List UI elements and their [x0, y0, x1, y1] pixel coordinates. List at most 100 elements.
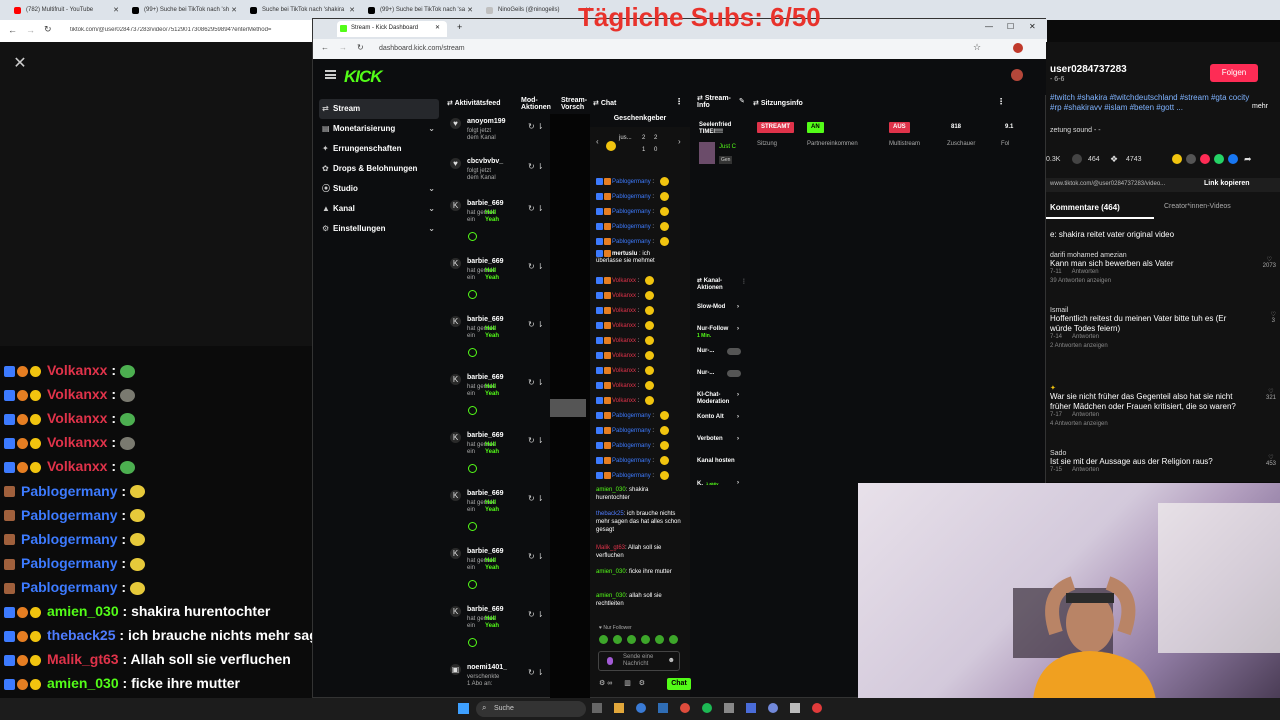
chat-line[interactable]: Pablogermany : [596, 175, 670, 189]
reply-button[interactable]: Antworten [1072, 269, 1099, 275]
steam-icon[interactable] [790, 703, 800, 713]
reply-button[interactable]: Antworten [1072, 334, 1099, 340]
menu-icon[interactable] [325, 70, 336, 79]
more-link[interactable]: mehr [1252, 103, 1268, 110]
chat-line[interactable]: Volkanxx : [596, 379, 655, 393]
chat-menu-icon[interactable]: ⋮ [675, 97, 683, 106]
star-icon[interactable]: ☆ [973, 42, 981, 53]
mod-action-icon[interactable]: ↻ ⇂ [528, 668, 544, 677]
taskbar-search[interactable]: ⌕ Suche [476, 701, 586, 717]
show-replies-button[interactable]: 2 Antworten anzeigen [1050, 343, 1250, 349]
feed-item[interactable]: Kbarbie_669 hat gerade ein Hell Yeah [445, 548, 520, 598]
forward-icon[interactable]: → [339, 43, 347, 52]
share-arrow-icon[interactable]: ➦ [1244, 154, 1252, 165]
comment-author[interactable]: Sado [1050, 450, 1250, 457]
bookmark-icon[interactable]: ❖ [1110, 154, 1118, 165]
tiktok-username[interactable]: user0284737283 [1050, 64, 1127, 75]
channel-action-item[interactable]: Slow-Mod › [697, 304, 743, 311]
chat-line[interactable]: Volkanxx : [596, 319, 655, 333]
close-icon[interactable]: ✕ [10, 54, 30, 74]
preview-thumbnail[interactable] [550, 399, 586, 417]
sound-name[interactable]: zetung sound - - [1050, 127, 1101, 134]
copy-link-button[interactable]: Link kopieren [1204, 180, 1250, 187]
mod-action-icon[interactable]: ↻ ⇂ [528, 204, 544, 213]
channel-actions-menu-icon[interactable]: ⋮ [741, 278, 747, 285]
mod-action-icon[interactable]: ↻ ⇂ [528, 378, 544, 387]
edge-icon[interactable] [636, 703, 646, 713]
sidebar-item[interactable]: ⇄ Stream [319, 99, 439, 119]
chat-line[interactable]: Pablogermany : [596, 439, 670, 453]
follow-button[interactable]: Folgen [1210, 64, 1258, 82]
emoji-icon[interactable]: ☻ [668, 657, 675, 664]
feed-item[interactable]: Kbarbie_669 hat gerade ein Hell Yeah [445, 490, 520, 540]
comment-likes[interactable]: ♡ 321 [1266, 388, 1276, 401]
emote-icon[interactable] [599, 635, 608, 644]
new-tab-icon[interactable]: + [457, 22, 462, 32]
mod-action-icon[interactable]: ↻ ⇂ [528, 122, 544, 131]
mod-action-icon[interactable]: ↻ ⇂ [528, 320, 544, 329]
obs-icon[interactable] [812, 703, 822, 713]
channel-action-item[interactable]: Konto Alt › [697, 414, 743, 421]
emote-icon[interactable] [627, 635, 636, 644]
kick-url[interactable]: dashboard.kick.com/stream [379, 45, 465, 52]
comment-likes[interactable]: ♡ 2073 [1263, 256, 1276, 269]
comment-likes[interactable]: ♡ 3 [1271, 311, 1276, 324]
background-tab[interactable]: Suche bei TikTok nach 'shakira ✕ [244, 3, 359, 18]
toggle-switch[interactable] [727, 348, 741, 355]
mod-action-icon[interactable]: ↻ ⇂ [528, 494, 544, 503]
sidebar-item[interactable]: ⦿ Studio ⌄ [319, 179, 439, 199]
mic-icon[interactable] [607, 657, 613, 665]
chat-line[interactable]: Volkanxx : [596, 289, 655, 303]
sidebar-item[interactable]: ✦ Errungenschaften [319, 139, 439, 159]
stats-icon[interactable]: ▥ [624, 680, 631, 687]
reply-button[interactable]: Antworten [1072, 412, 1099, 418]
explorer-icon[interactable] [614, 703, 624, 713]
show-replies-button[interactable]: 4 Antworten anzeigen [1050, 421, 1250, 427]
heart-icon[interactable]: ♡ [1271, 311, 1276, 318]
video-link[interactable]: www.tiktok.com/@user0284737283/video... [1050, 181, 1165, 187]
background-tab[interactable]: (782) Multifruit - YouTube ✕ [8, 3, 123, 18]
chat-line[interactable]: Pablogermany : [596, 235, 670, 249]
store-icon[interactable] [658, 703, 668, 713]
show-replies-button[interactable]: 39 Antworten anzeigen [1050, 278, 1250, 284]
comment-icon[interactable] [1072, 154, 1082, 164]
back-icon[interactable]: ← [8, 25, 17, 35]
heart-icon[interactable]: ♡ [1266, 388, 1276, 395]
chat-line[interactable]: Volkanxx : [596, 364, 655, 378]
minimize-icon[interactable]: — [985, 22, 993, 31]
tab-close-icon[interactable]: ✕ [349, 6, 355, 14]
task-view-icon[interactable] [592, 703, 602, 713]
tab-close-icon[interactable]: ✕ [113, 6, 119, 14]
chat-line[interactable]: mertuslu : ich überlasse sie mehmet [596, 250, 666, 264]
facebook-icon[interactable] [1228, 154, 1238, 164]
channel-action-item[interactable]: KI-Chat-Moderation › [697, 392, 743, 406]
chat-line[interactable]: Pablogermany : [596, 469, 670, 483]
back-icon[interactable]: ← [321, 43, 329, 52]
discord-icon[interactable] [768, 703, 778, 713]
forward-icon[interactable]: → [26, 25, 35, 35]
feed-item[interactable]: Kbarbie_669 hat gerade ein Hell Yeah [445, 258, 520, 308]
chat-line[interactable]: Pablogermany : [596, 205, 670, 219]
kick-tab-title[interactable]: Stream - Kick Dashboard [351, 25, 418, 31]
channel-action-item[interactable]: Kanal hosten [697, 458, 743, 465]
channel-action-item[interactable]: Nur-... [697, 348, 743, 355]
emote-icon[interactable] [655, 635, 664, 644]
profile-avatar[interactable] [1013, 43, 1023, 53]
chat-line[interactable]: Pablogermany : [596, 190, 670, 204]
vpn-icon[interactable] [746, 703, 756, 713]
tab-close-icon[interactable]: ✕ [435, 24, 440, 31]
feed-item[interactable]: Kbarbie_669 hat gerade ein Hell Yeah [445, 316, 520, 366]
tab-creator-videos[interactable]: Creator*innen-Videos [1164, 203, 1231, 210]
reload-icon[interactable]: ↻ [357, 43, 364, 52]
chat-message-line[interactable]: Malik_gt63: Allah soll sie verfluchen [596, 544, 682, 559]
reload-icon[interactable]: ↻ [44, 24, 52, 35]
chat-message-line[interactable]: amien_030: allah soll sie rechtleiten [596, 592, 682, 607]
heart-icon[interactable]: ♡ [1266, 454, 1276, 461]
link-icon[interactable]: ∞ [607, 680, 612, 687]
sidebar-item[interactable]: ▤ Monetarisierung ⌄ [319, 119, 439, 139]
channel-action-item[interactable]: K. › 1 aktiv [697, 480, 743, 488]
chat-line[interactable]: Volkanxx : [596, 349, 655, 363]
chat-message-line[interactable]: amien_030: ficke ihre mutter [596, 568, 682, 582]
prev-arrow-icon[interactable]: ‹ [596, 137, 599, 146]
reply-button[interactable]: Antworten [1072, 467, 1099, 473]
